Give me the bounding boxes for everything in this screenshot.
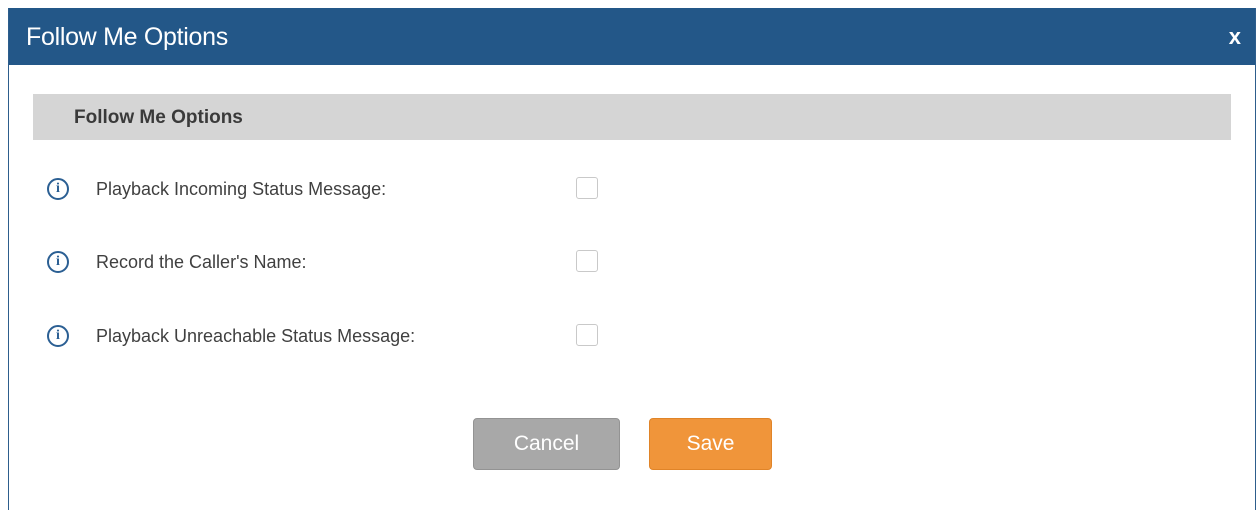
section-title: Follow Me Options: [74, 107, 243, 128]
checkbox-playback-incoming[interactable]: [576, 177, 598, 199]
option-row-playback-incoming: i Playback Incoming Status Message:: [9, 175, 709, 205]
dialog-titlebar: Follow Me Options x: [9, 8, 1255, 65]
option-row-playback-unreachable: i Playback Unreachable Status Message:: [9, 322, 709, 352]
info-icon[interactable]: i: [47, 251, 69, 273]
follow-me-options-dialog: Follow Me Options x Follow Me Options i …: [8, 8, 1256, 510]
save-button[interactable]: Save: [649, 418, 772, 470]
info-icon[interactable]: i: [47, 325, 69, 347]
checkbox-record-caller-name[interactable]: [576, 250, 598, 272]
close-icon[interactable]: x: [1229, 25, 1241, 49]
info-icon[interactable]: i: [47, 178, 69, 200]
option-label-playback-unreachable: Playback Unreachable Status Message:: [96, 326, 416, 346]
option-label-playback-incoming: Playback Incoming Status Message:: [96, 179, 387, 199]
option-label-record-caller-name: Record the Caller's Name:: [96, 252, 307, 272]
option-row-record-caller-name: i Record the Caller's Name:: [9, 248, 709, 278]
checkbox-playback-unreachable[interactable]: [576, 324, 598, 346]
section-header: Follow Me Options: [33, 94, 1231, 140]
cancel-button[interactable]: Cancel: [473, 418, 620, 470]
dialog-title: Follow Me Options: [26, 23, 228, 51]
